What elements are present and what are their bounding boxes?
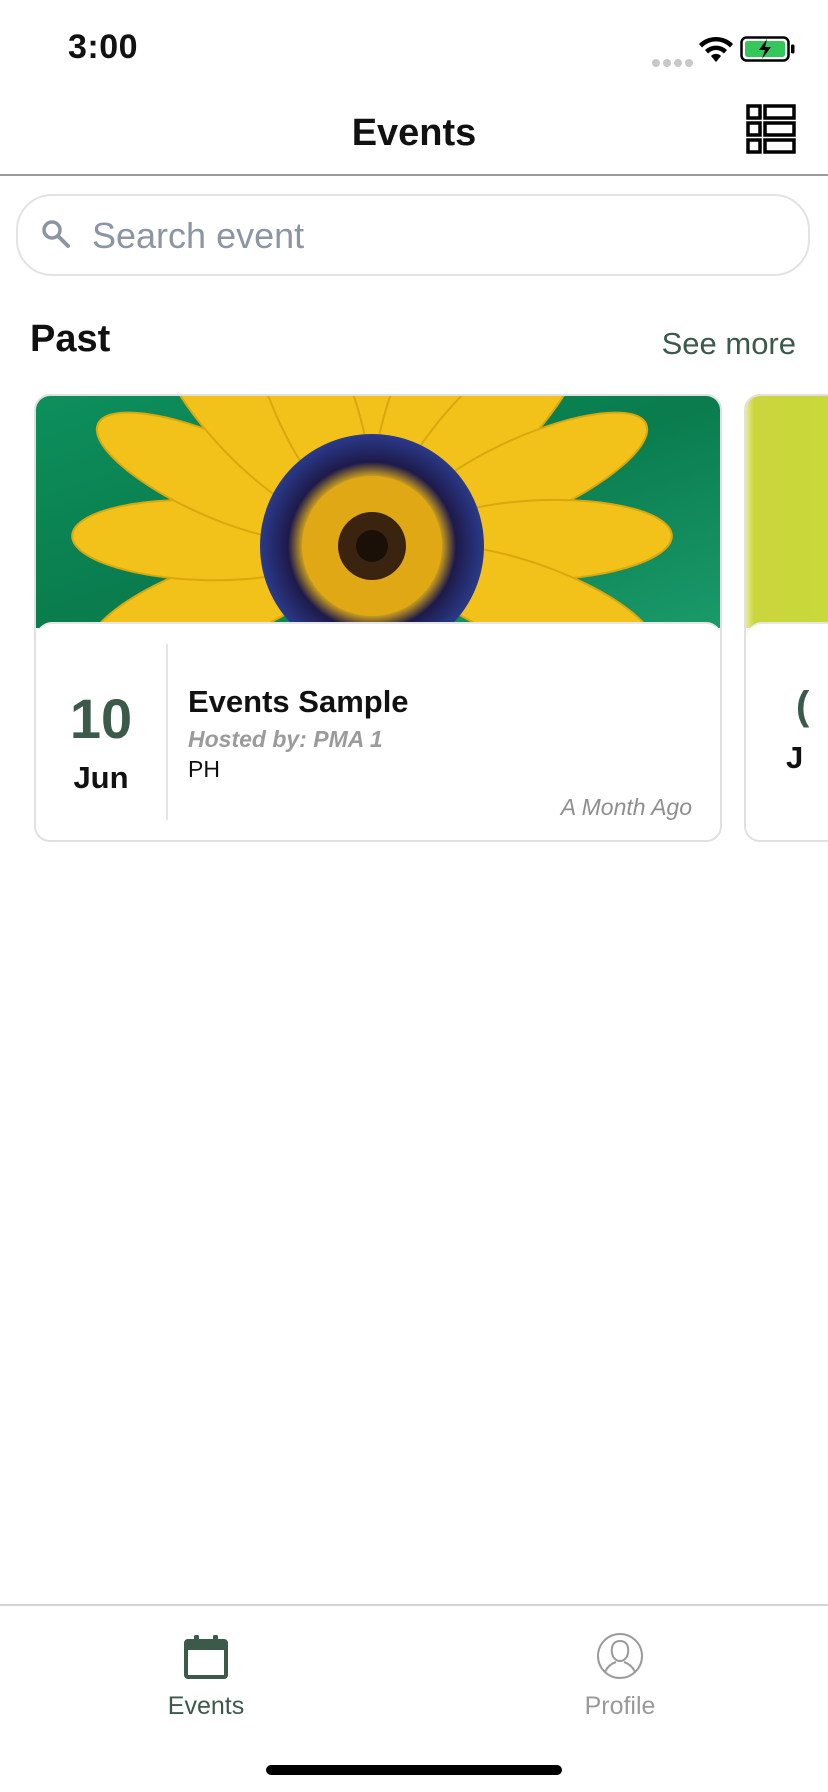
status-bar: 3:00 [0,0,828,96]
see-more-link[interactable]: See more [662,326,796,362]
event-card[interactable]: 10 Jun Events Sample Hosted by: PMA 1 PH… [34,394,722,842]
user-profile-icon [597,1633,643,1679]
events-screen: 3:00 Events Search event Past See more 1… [0,0,828,1792]
page-title: Events [351,112,477,154]
search-input[interactable] [90,204,794,268]
section-title-past: Past [30,318,111,360]
tab-events-label: Events [167,1692,245,1720]
status-time: 3:00 [68,28,139,66]
event-relative-time: A Month Ago [560,794,692,820]
list-view-icon[interactable] [746,104,796,154]
search-bar[interactable] [16,194,810,276]
event-day: 10 [69,687,133,750]
battery-charging-icon [740,36,795,62]
event-image [36,396,720,628]
tab-profile[interactable]: Profile [520,1632,720,1732]
event-title: Events Sample [188,684,409,719]
wifi-icon [699,36,733,62]
event-host: Hosted by: PMA 1 [188,726,383,752]
navigation-bar: Events [0,96,828,176]
event-image-next [746,396,828,628]
tab-bar: Events Profile [0,1604,828,1792]
home-indicator [266,1765,562,1775]
event-month: Jun [73,760,129,795]
event-card-next[interactable]: ( J [744,394,828,842]
event-card-body-next: ( J [746,622,828,840]
event-card-body: 10 Jun Events Sample Hosted by: PMA 1 PH… [36,622,720,840]
event-location: PH [188,756,220,782]
signal-dots-icon [652,54,696,72]
tab-events[interactable]: Events [106,1632,306,1732]
event-month-next: J [786,740,804,775]
tab-profile-label: Profile [584,1692,656,1720]
search-icon [42,220,70,248]
calendar-icon [184,1635,228,1679]
event-date: 10 Jun [36,644,168,820]
event-day-next: ( [796,684,810,728]
